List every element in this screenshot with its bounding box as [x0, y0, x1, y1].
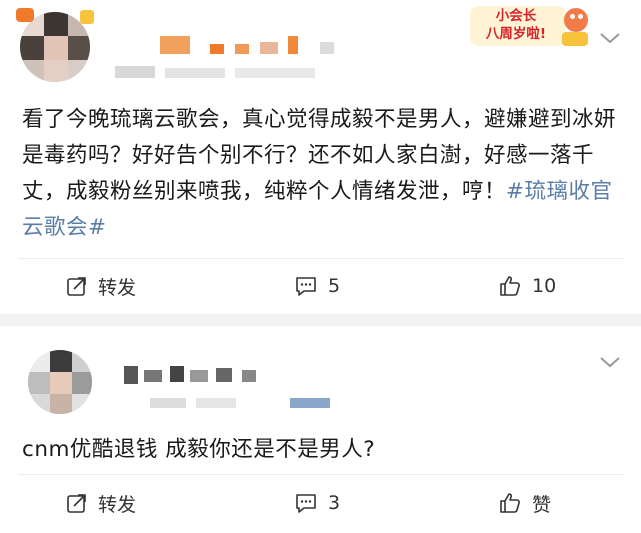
repost-label: 转发	[98, 493, 137, 516]
chevron-down-icon[interactable]	[598, 30, 622, 46]
comment-icon	[296, 494, 316, 513]
repost-label: 转发	[98, 276, 137, 299]
like-count: 10	[532, 275, 557, 297]
repost-icon	[67, 277, 86, 296]
like-button[interactable]: 赞	[498, 479, 551, 527]
avatar[interactable]	[28, 350, 92, 414]
post-meta	[115, 66, 335, 80]
username[interactable]	[124, 366, 284, 386]
post-card: cnm优酷退钱 成毅你还是不是男人? 转发 3 赞	[0, 326, 641, 533]
repost-button[interactable]: 转发	[66, 479, 136, 527]
divider	[18, 474, 623, 475]
post-text: 看了今晚琉璃云歌会，真心觉得成毅不是男人，避嫌避到冰妍是毒药吗？好好告个别不行？…	[22, 102, 623, 246]
comment-count: 3	[328, 492, 341, 514]
thumbs-up-icon	[500, 276, 520, 296]
mascot-icon	[558, 4, 592, 48]
username[interactable]	[160, 36, 390, 56]
comment-icon	[296, 277, 316, 296]
comment-count: 5	[328, 275, 341, 297]
post-meta	[150, 398, 350, 410]
action-bar: 转发 3 赞	[0, 479, 641, 527]
anniversary-badge[interactable]: 小会长 八周岁啦!	[470, 4, 594, 52]
action-bar: 转发 5 10	[0, 262, 641, 310]
badge-line1: 小会长	[495, 8, 537, 24]
like-button[interactable]: 10	[498, 262, 556, 310]
repost-button[interactable]: 转发	[66, 262, 136, 310]
repost-icon	[67, 494, 86, 513]
chevron-down-icon[interactable]	[598, 354, 622, 370]
divider	[18, 258, 623, 259]
like-label: 赞	[532, 493, 552, 516]
post-text: cnm优酷退钱 成毅你还是不是男人?	[22, 437, 376, 462]
post-card: 小会长 八周岁啦! 看了今晚琉璃云歌会，真心觉得成毅不是男人，避嫌避到冰妍是毒药…	[0, 0, 641, 314]
comment-button[interactable]: 5	[294, 262, 340, 310]
feed-divider	[0, 314, 641, 326]
avatar-decoration-icon	[80, 10, 94, 24]
thumbs-up-icon	[500, 493, 520, 513]
badge-line2: 八周岁啦!	[485, 26, 547, 42]
comment-button[interactable]: 3	[294, 479, 340, 527]
avatar-decoration-icon	[16, 8, 34, 22]
